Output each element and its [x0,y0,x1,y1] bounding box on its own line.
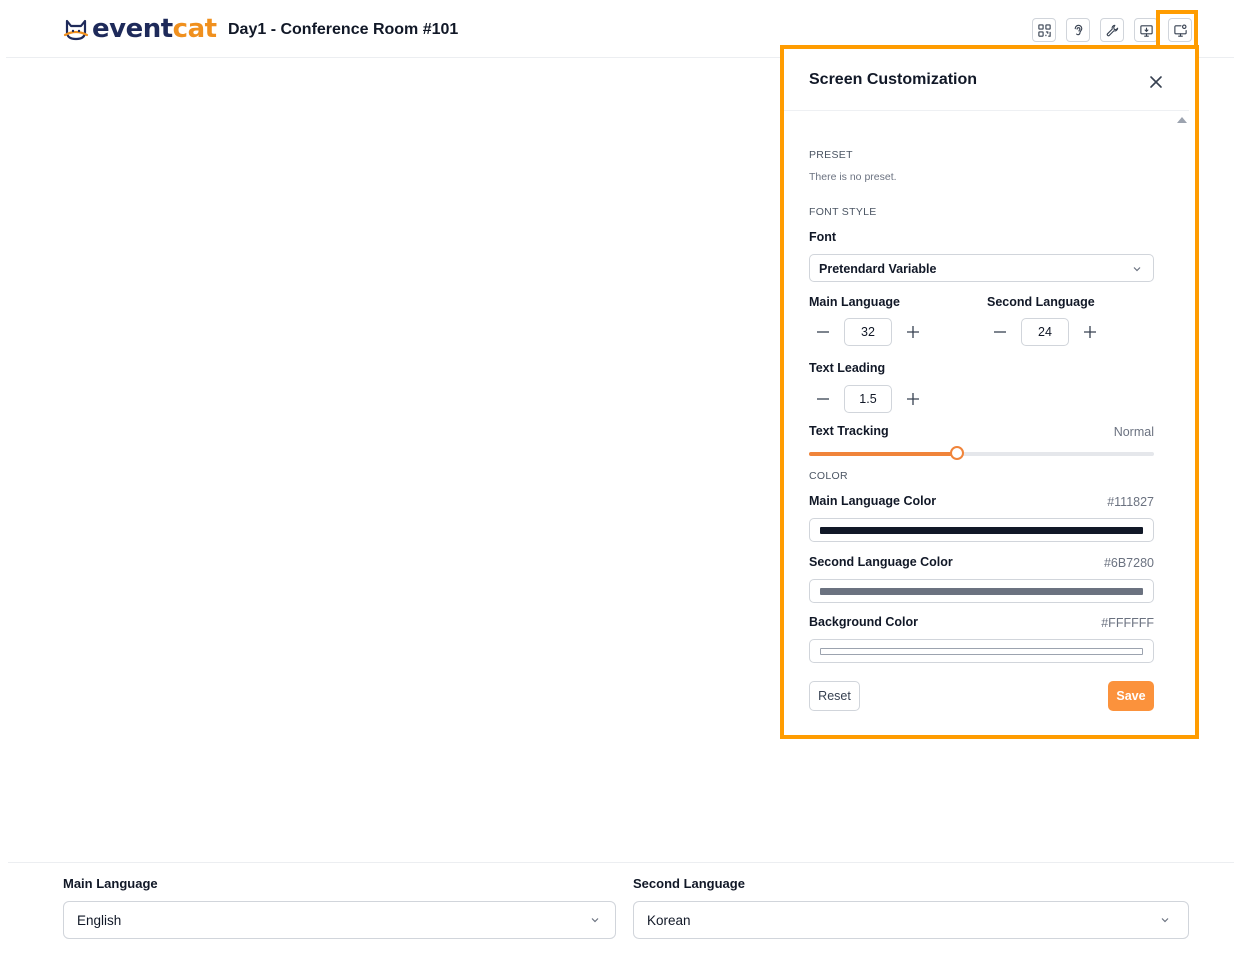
highlight-frame-button [1156,10,1198,50]
second-color-swatch [820,588,1143,595]
settings-button[interactable] [1100,18,1124,42]
wrench-icon [1106,24,1118,36]
slider-fill [809,452,958,456]
second-size-increment-button[interactable] [1078,320,1102,344]
font-style-section-label: FONT STYLE [809,206,877,218]
background-color-swatch [820,648,1143,655]
main-language-select-value: English [77,913,122,928]
slider-thumb[interactable] [950,446,965,460]
minus-icon [994,331,1006,333]
leading-decrement-button[interactable] [811,387,835,411]
font-label: Font [809,230,837,244]
monitor-icon [1139,24,1153,37]
main-size-input[interactable]: 32 [844,318,892,346]
main-color-swatch [820,527,1143,534]
chevron-down-icon [1161,918,1169,923]
main-language-label: Main Language [63,876,158,891]
second-size-input[interactable]: 24 [1021,318,1069,346]
text-leading-stepper: 1.5 [811,385,925,413]
save-button[interactable]: Save [1108,681,1154,711]
cat-logo-icon [63,19,89,41]
second-language-size-stepper: 24 [988,318,1102,346]
second-language-color-label: Second Language Color [809,555,953,569]
qr-code-icon [1037,23,1051,37]
preset-section-label: PRESET [809,149,853,161]
eventcat-logo[interactable]: eventcat [62,14,217,44]
logo-wordmark: eventcat [92,14,217,44]
background-color-picker[interactable] [809,639,1154,663]
screen-customization-panel: Screen Customization PRESET There is no … [784,49,1195,735]
text-tracking-label: Text Tracking [809,424,889,438]
minus-icon [817,331,829,333]
main-language-color-value: #111827 [1107,495,1154,509]
second-language-color-picker[interactable] [809,579,1154,603]
leading-increment-button[interactable] [901,387,925,411]
main-size-increment-button[interactable] [901,320,925,344]
second-language-color-value: #6B7280 [1103,556,1154,570]
font-select[interactable]: Pretendard Variable [809,254,1154,282]
main-language-color-picker[interactable] [809,518,1154,542]
color-section-label: COLOR [809,470,848,482]
scroll-up-arrow-icon[interactable] [1177,117,1187,123]
chevron-down-icon [1133,267,1141,272]
background-color-value: #FFFFFF [1101,616,1154,630]
plus-icon [907,326,919,338]
main-language-color-label: Main Language Color [809,494,937,508]
plus-icon [907,393,919,405]
logo-word-event: event [92,14,173,44]
close-icon[interactable] [1147,73,1165,91]
preset-empty-text: There is no preset. [809,171,897,183]
minus-icon [817,398,829,400]
background-color-label: Background Color [809,615,919,629]
second-language-label: Second Language [633,876,745,891]
plus-icon [1084,326,1096,338]
logo-word-cat: cat [172,14,217,44]
leading-input[interactable]: 1.5 [844,385,892,413]
chevron-down-icon [591,918,599,923]
text-tracking-value: Normal [1113,425,1154,439]
second-language-size-label: Second Language [987,295,1095,309]
screen-customization-highlight: Screen Customization PRESET There is no … [780,45,1199,739]
panel-divider [784,110,1189,111]
font-select-value: Pretendard Variable [819,262,937,276]
reset-button[interactable]: Reset [809,681,860,711]
page-title: Day1 - Conference Room #101 [228,21,459,38]
second-size-decrement-button[interactable] [988,320,1012,344]
main-language-size-stepper: 32 [811,318,925,346]
second-language-select-value: Korean [647,913,691,928]
panel-title: Screen Customization [809,71,978,88]
main-size-decrement-button[interactable] [811,320,835,344]
qr-code-button[interactable] [1032,18,1056,42]
text-leading-label: Text Leading [809,361,886,375]
text-tracking-slider[interactable] [809,446,1154,460]
main-language-size-label: Main Language [809,295,900,309]
ear-icon [1074,24,1082,35]
bottom-divider [8,862,1234,863]
presentation-button[interactable] [1134,18,1158,42]
hearing-button[interactable] [1066,18,1090,42]
second-language-select[interactable]: Korean [633,901,1189,939]
main-language-select[interactable]: English [63,901,616,939]
